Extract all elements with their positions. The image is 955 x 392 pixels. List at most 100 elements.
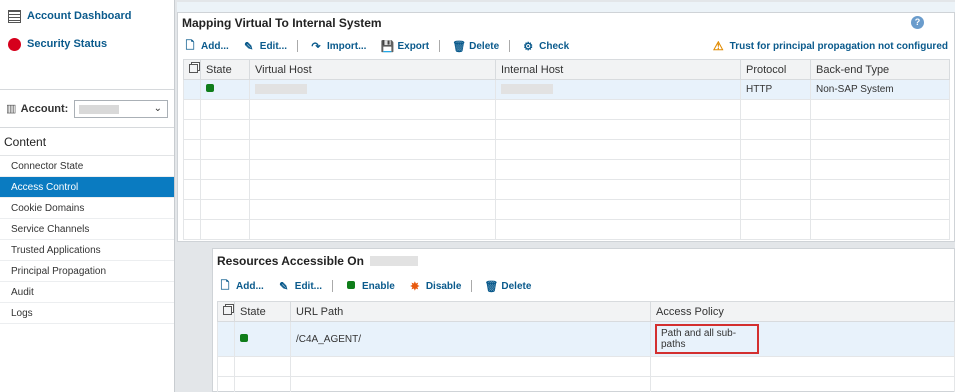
trash-icon: 🗑 — [484, 280, 499, 293]
disable-button[interactable]: ✸ Disable — [409, 280, 462, 293]
toolbar-divider — [439, 40, 441, 52]
mapping-toolbar: 🗋 Add... ✎ Edit... ↷ Import... 💾 Export … — [178, 33, 954, 59]
url-path-cell: /C4A_AGENT/ — [290, 321, 651, 357]
export-label: Export — [397, 40, 430, 52]
save-icon: 💾 — [380, 40, 395, 53]
check-icon: ⚙ — [523, 40, 534, 53]
delete-resource-button[interactable]: 🗑 Delete — [484, 280, 531, 293]
table-row — [183, 199, 950, 220]
copy-column-header[interactable] — [217, 301, 235, 322]
resources-title: Resources Accessible On — [217, 254, 364, 268]
column-header-internal-host[interactable]: Internal Host — [495, 59, 741, 80]
table-row[interactable]: HTTP Non-SAP System — [183, 79, 950, 100]
menu-item-principal-propagation[interactable]: Principal Propagation — [0, 261, 174, 282]
table-row — [183, 179, 950, 200]
table-row — [183, 159, 950, 180]
edit-resource-button[interactable]: ✎ Edit... — [278, 280, 322, 293]
enable-button[interactable]: Enable — [345, 280, 395, 292]
column-header-state[interactable]: State — [234, 301, 291, 322]
check-label: Check — [539, 40, 570, 52]
mapping-panel: Mapping Virtual To Internal System ? 🗋 A… — [177, 2, 955, 242]
delete-label: Delete — [469, 40, 500, 52]
add-label: Add... — [236, 280, 264, 292]
resource-host-redacted — [369, 256, 418, 266]
status-ok-icon — [206, 84, 214, 92]
mapping-table: State Virtual Host Internal Host Protoco… — [183, 59, 950, 240]
warning-icon: ⚠ — [712, 39, 724, 53]
delete-mapping-button[interactable]: 🗑 Delete — [452, 40, 499, 53]
resources-panel: Resources Accessible On 🗋 Add... ✎ Edit.… — [212, 248, 955, 392]
toolbar-divider — [471, 280, 473, 292]
sidebar: Account Dashboard Security Status ▥ Acco… — [0, 0, 175, 392]
resources-toolbar: 🗋 Add... ✎ Edit... Enable ✸ Disable 🗑 De… — [213, 273, 954, 299]
resources-title-row: Resources Accessible On — [213, 249, 954, 273]
column-header-state[interactable]: State — [200, 59, 250, 80]
disable-icon: ✸ — [410, 280, 420, 293]
table-row[interactable]: /C4A_AGENT/ Path and all sub-paths — [217, 321, 955, 357]
menu-item-connector-state[interactable]: Connector State — [0, 156, 174, 177]
pencil-icon: ✎ — [244, 40, 254, 53]
account-dashboard-link[interactable]: Account Dashboard — [0, 6, 174, 26]
table-row — [183, 139, 950, 160]
copy-column-header[interactable] — [183, 59, 201, 80]
copy-icon — [223, 305, 232, 315]
principal-propagation-warning[interactable]: ⚠ Trust for principal propagation not co… — [713, 39, 948, 53]
menu-item-access-control[interactable]: Access Control — [0, 177, 174, 198]
delete-label: Delete — [501, 280, 532, 292]
protocol-cell: HTTP — [740, 79, 811, 100]
menu-item-service-channels[interactable]: Service Channels — [0, 219, 174, 240]
content-header: Content — [0, 128, 174, 156]
column-header-backend-type[interactable]: Back-end Type — [810, 59, 950, 80]
import-icon: ↷ — [311, 40, 321, 53]
resources-table: State URL Path Access Policy /C4A_AGENT/… — [217, 301, 955, 392]
menu-item-audit[interactable]: Audit — [0, 282, 174, 303]
add-icon: 🗋 — [220, 279, 230, 292]
sidebar-top: Account Dashboard Security Status — [0, 0, 174, 90]
column-header-access-policy[interactable]: Access Policy — [650, 301, 955, 322]
copy-icon — [189, 63, 198, 73]
table-row — [217, 376, 955, 392]
column-header-protocol[interactable]: Protocol — [740, 59, 811, 80]
menu-item-trusted-applications[interactable]: Trusted Applications — [0, 240, 174, 261]
table-row — [183, 99, 950, 120]
edit-mapping-button[interactable]: ✎ Edit... — [243, 40, 287, 53]
virtual-host-redacted — [255, 84, 307, 95]
help-icon[interactable]: ? — [911, 16, 924, 29]
internal-host-redacted — [501, 84, 553, 95]
account-select[interactable]: ⌄ — [74, 99, 168, 118]
mapping-header-row: State Virtual Host Internal Host Protoco… — [183, 59, 950, 80]
import-label: Import... — [327, 40, 367, 52]
edit-label: Edit... — [294, 280, 323, 292]
account-dashboard-label: Account Dashboard — [27, 10, 132, 22]
toolbar-divider — [297, 40, 299, 52]
enable-label: Enable — [362, 280, 395, 292]
disable-label: Disable — [425, 280, 462, 292]
backend-type-cell: Non-SAP System — [810, 79, 950, 100]
security-status-label: Security Status — [27, 38, 108, 50]
table-row — [217, 356, 955, 377]
add-mapping-button[interactable]: 🗋 Add... — [184, 37, 229, 56]
security-status-link[interactable]: Security Status — [0, 34, 174, 54]
user-icon: ▥ — [6, 102, 17, 115]
mapping-title: Mapping Virtual To Internal System — [182, 16, 382, 30]
resources-header-row: State URL Path Access Policy — [217, 301, 955, 322]
account-row: ▥ Account: ⌄ — [0, 90, 174, 128]
toolbar-divider — [509, 40, 511, 52]
import-button[interactable]: ↷ Import... — [310, 40, 366, 53]
pencil-icon: ✎ — [279, 280, 289, 293]
chevron-down-icon: ⌄ — [153, 102, 162, 114]
table-icon — [8, 9, 21, 23]
red-status-icon — [8, 37, 21, 51]
edit-label: Edit... — [259, 40, 288, 52]
column-header-url-path[interactable]: URL Path — [290, 301, 651, 322]
warning-text: Trust for principal propagation not conf… — [729, 40, 948, 52]
export-button[interactable]: 💾 Export — [380, 40, 429, 53]
check-button[interactable]: ⚙ Check — [522, 40, 569, 53]
column-header-virtual-host[interactable]: Virtual Host — [249, 59, 496, 80]
table-row — [183, 219, 950, 240]
menu-item-logs[interactable]: Logs — [0, 303, 174, 324]
trash-icon: 🗑 — [452, 40, 467, 53]
menu-item-cookie-domains[interactable]: Cookie Domains — [0, 198, 174, 219]
account-value-redacted — [79, 104, 120, 114]
add-resource-button[interactable]: 🗋 Add... — [219, 277, 264, 296]
